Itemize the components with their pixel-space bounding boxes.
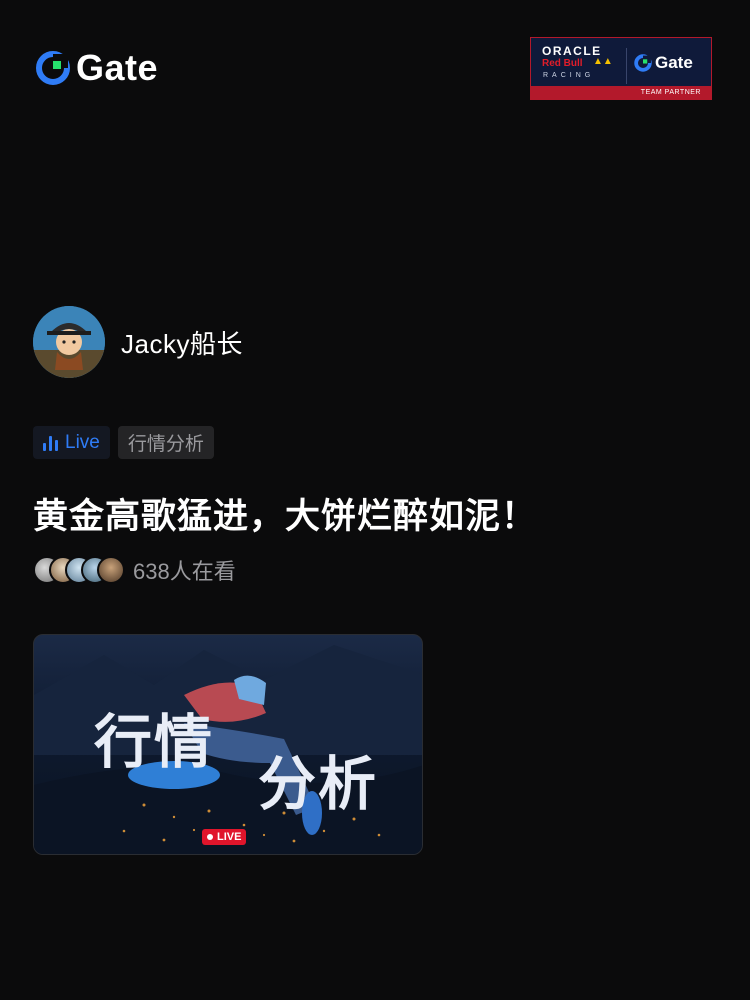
partner-gate-text: Gate xyxy=(655,53,693,72)
cover-live-label: LIVE xyxy=(217,831,242,843)
stream-tags: Live 行情分析 xyxy=(33,426,214,459)
stream-cover[interactable]: 行情 分析 LIVE xyxy=(33,634,423,855)
cover-text-line2: 分析 xyxy=(258,752,379,817)
host-profile[interactable]: Jacky船长 xyxy=(33,306,243,378)
live-dot-icon xyxy=(207,834,213,840)
gate-logo-text: Gate xyxy=(76,47,159,88)
cover-live-badge: LIVE xyxy=(202,829,247,845)
live-tag-label: Live xyxy=(65,431,100,453)
partner-racing-text: RACING xyxy=(543,72,595,79)
live-bars-icon xyxy=(43,435,58,451)
host-avatar[interactable] xyxy=(33,306,105,378)
partner-band: TEAM PARTNER xyxy=(531,86,711,99)
partner-divider xyxy=(626,48,627,84)
team-partner-badge: ORACLE Red Bull ▲▲ RACING Gate TEAM PART… xyxy=(530,37,712,100)
viewer-summary: 638人在看 xyxy=(33,554,236,586)
partner-redbull-text: Red Bull xyxy=(542,58,583,69)
viewer-avatar xyxy=(97,556,125,584)
viewer-count: 638人在看 xyxy=(133,559,236,584)
partner-gate-logo: Gate xyxy=(634,53,693,73)
partner-band-text: TEAM PARTNER xyxy=(640,89,701,96)
cover-text-line1: 行情 xyxy=(94,710,215,775)
stream-title: 黄金高歌猛进，大饼烂醉如泥！ xyxy=(33,497,538,536)
live-tag[interactable]: Live xyxy=(33,426,110,459)
host-name[interactable]: Jacky船长 xyxy=(121,324,243,361)
category-tag[interactable]: 行情分析 xyxy=(117,426,214,459)
gate-logo-icon xyxy=(634,54,652,72)
gate-logo-icon xyxy=(36,51,70,85)
category-tag-label: 行情分析 xyxy=(127,434,204,455)
gate-logo[interactable]: Gate xyxy=(36,50,158,86)
redbull-bulls-icon: ▲▲ xyxy=(593,56,613,67)
